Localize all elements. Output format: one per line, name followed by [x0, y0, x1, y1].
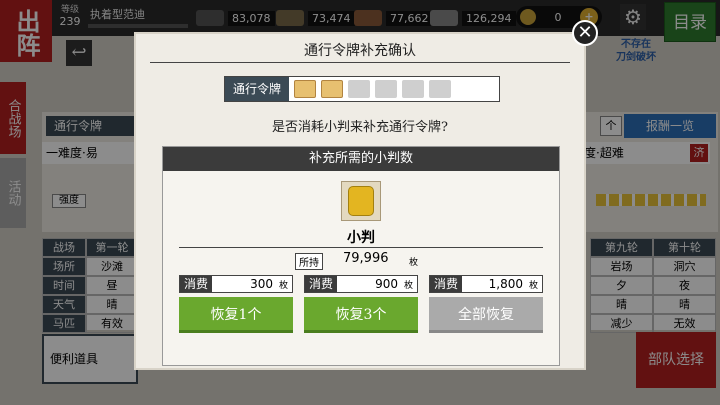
restore-3-button[interactable]: 恢复3个	[304, 297, 418, 333]
cost-all: 消费 1,800 枚	[429, 275, 543, 293]
cost-value: 900	[375, 277, 398, 291]
item-name: 小判	[347, 230, 375, 246]
cost-panel: 补充所需的小判数 小判 所持 79,996 枚 消费 300 枚 消费 900 枚 消费…	[162, 146, 560, 366]
refill-confirm-dialog: 通行令牌补充确认 通行令牌 是否消耗小判来补充通行令牌? 补充所需的小判数 小判…	[134, 32, 586, 370]
dialog-title: 通行令牌补充确认	[304, 43, 416, 59]
consume-label: 消费	[305, 276, 338, 292]
divider	[150, 62, 570, 63]
hold-unit: 枚	[409, 258, 419, 268]
pass-token-empty-icon	[348, 80, 371, 98]
hold-label: 所持	[295, 253, 323, 270]
cost-value: 1,800	[488, 277, 523, 291]
pass-token-empty-icon	[429, 80, 452, 98]
pass-token-icon	[294, 80, 317, 98]
cost-value: 300	[250, 277, 273, 291]
koban-icon	[341, 181, 381, 221]
cost-unit: 枚	[403, 280, 413, 291]
divider	[179, 247, 543, 248]
pass-token-icon	[321, 80, 344, 98]
cost-unit: 枚	[528, 280, 538, 291]
pass-row: 通行令牌	[224, 76, 500, 102]
pass-token-empty-icon	[402, 80, 425, 98]
cost-unit: 枚	[278, 280, 288, 291]
pass-label: 通行令牌	[225, 77, 290, 101]
consume-label: 消费	[180, 276, 213, 292]
restore-1-button[interactable]: 恢复1个	[179, 297, 293, 333]
cost-1: 消费 300 枚	[179, 275, 293, 293]
restore-all-button: 全部恢复	[429, 297, 543, 333]
pass-token-empty-icon	[375, 80, 398, 98]
section-title: 补充所需的小判数	[163, 147, 559, 171]
cost-3: 消费 900 枚	[304, 275, 418, 293]
consume-label: 消费	[430, 276, 463, 292]
confirm-question: 是否消耗小判来补充通行令牌?	[272, 120, 448, 135]
close-icon[interactable]: ✕	[572, 20, 598, 46]
hold-value: 79,996	[343, 251, 389, 266]
